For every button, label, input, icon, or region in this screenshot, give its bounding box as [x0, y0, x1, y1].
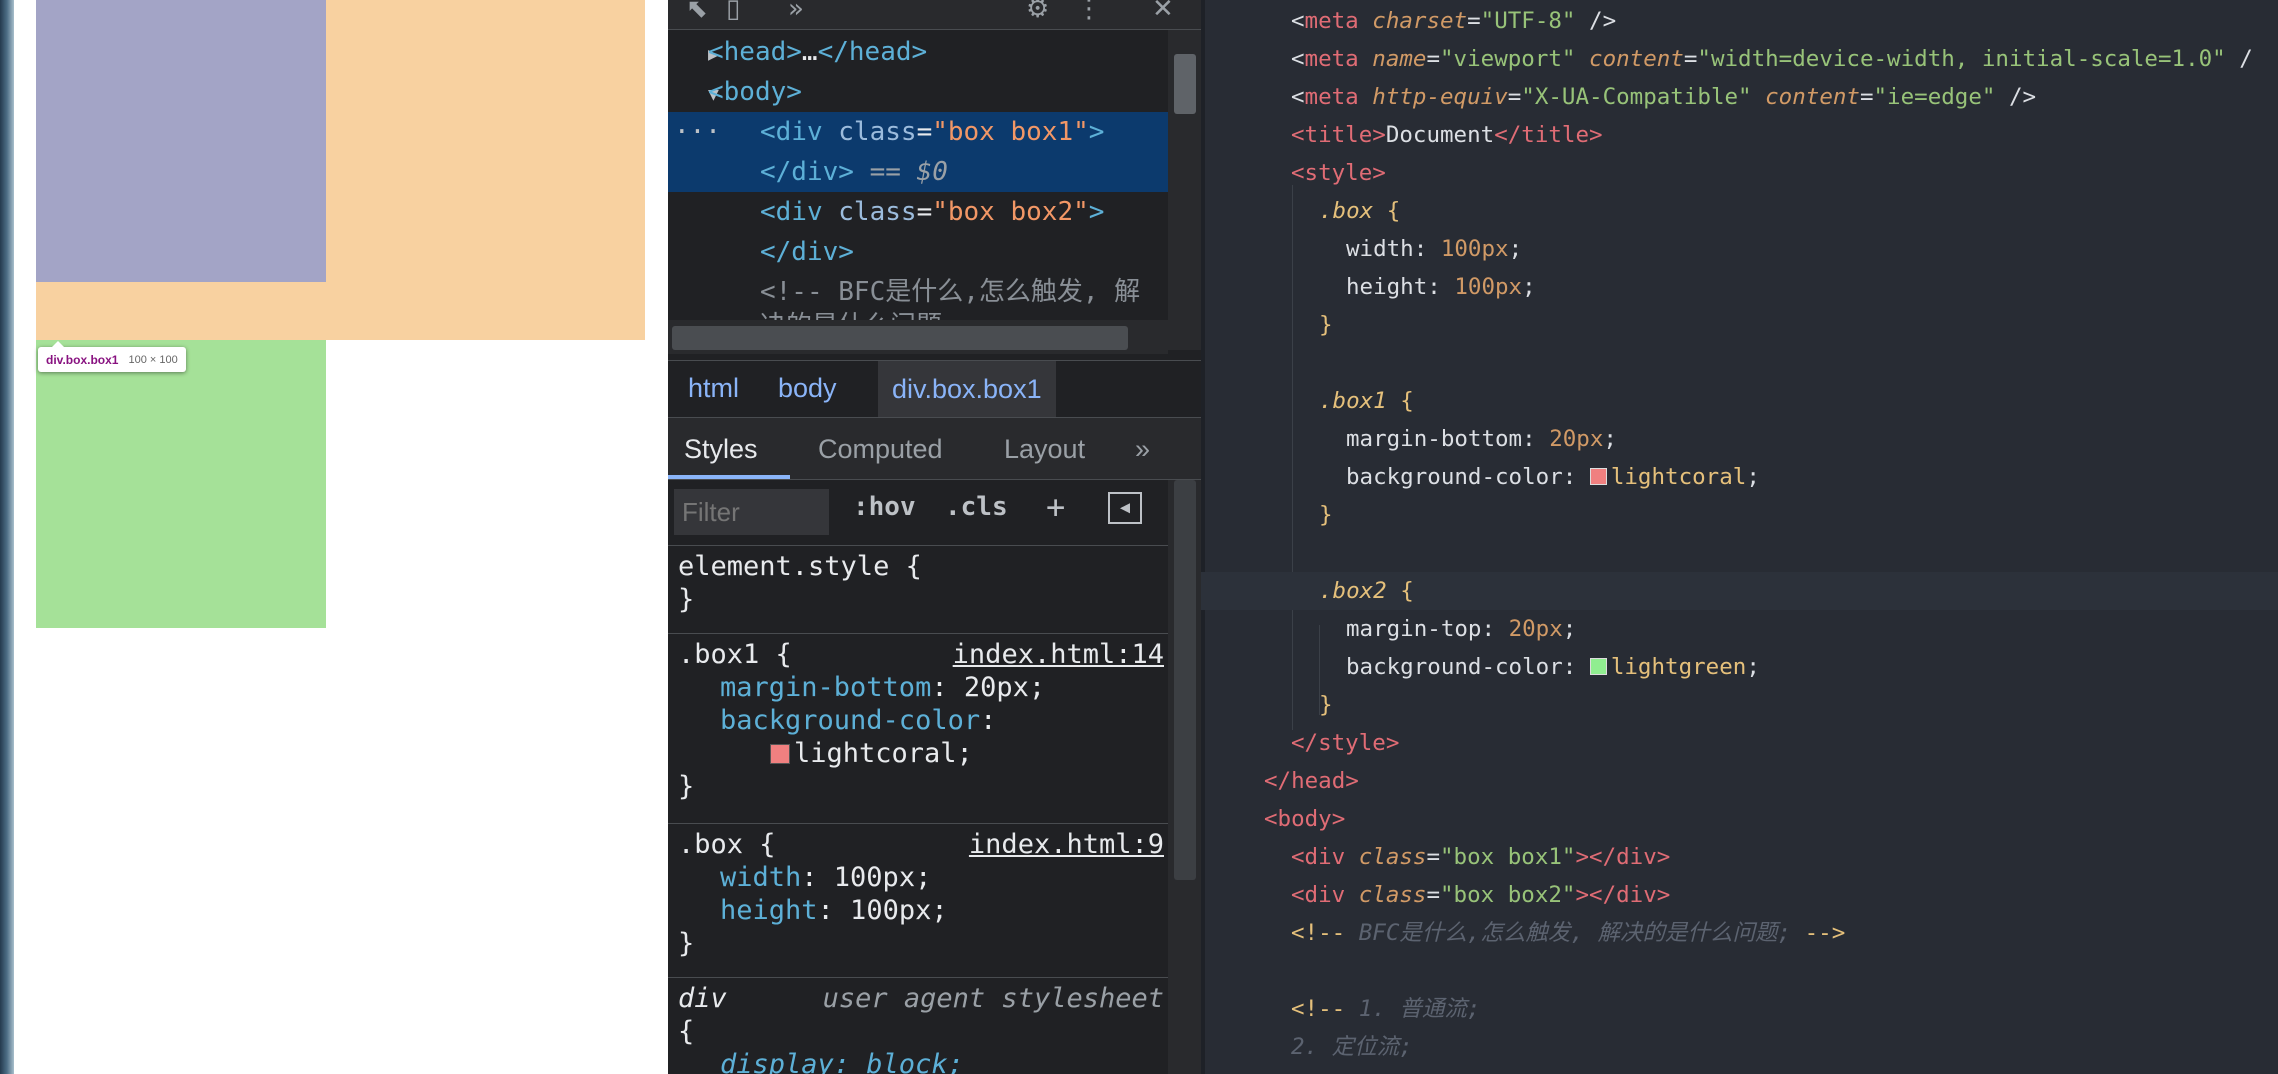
code-line-margin-top[interactable]: margin-top: 20px;	[1201, 610, 2278, 648]
code-line-style-open[interactable]: <style>	[1201, 154, 2278, 192]
breadcrumb-body[interactable]: body	[778, 373, 837, 404]
code-line-bg-lightcoral[interactable]: background-color: lightcoral;	[1201, 458, 2278, 496]
desktop-edge	[0, 0, 14, 1074]
more-tabs-chevron-icon[interactable]: »	[1135, 434, 1150, 465]
color-swatch-lightcoral[interactable]	[1589, 468, 1607, 485]
code-line-margin-bottom[interactable]: margin-bottom: 20px;	[1201, 420, 2278, 458]
device-toggle-icon[interactable]: ▯	[726, 0, 740, 24]
hover-state-button[interactable]: :hov	[853, 492, 916, 522]
code-line-meta-viewport[interactable]: <meta name="viewport" content="width=dev…	[1201, 40, 2278, 78]
class-toggle-button[interactable]: .cls	[945, 492, 1008, 522]
styles-filter-input[interactable]	[674, 489, 829, 535]
browser-viewport: div.box.box1 100 × 100	[0, 0, 668, 1074]
code-line-box2-selector[interactable]: .box2 {	[1201, 572, 2278, 610]
code-line-comment-normal-flow[interactable]: <!-- 1. 普通流;	[1201, 990, 2278, 1028]
devtools-toolbar: ⬉ ▯ » ⚙ ⋮ ✕	[668, 0, 1201, 30]
user-agent-label: user agent stylesheet	[822, 983, 1164, 1014]
gear-icon[interactable]: ⚙	[1026, 0, 1049, 24]
elements-tree: ▶<head>…</head> ▼<body> ··· <div class="…	[668, 30, 1168, 320]
sidebar-tabs: Styles Computed Layout »	[668, 418, 1201, 480]
tree-node-head[interactable]: ▶<head>…</head>	[668, 32, 1168, 72]
tooltip-dimensions: 100 × 100	[128, 353, 178, 366]
expand-triangle-icon[interactable]: ▶	[668, 35, 719, 75]
breadcrumb: html body div.box.box1	[668, 360, 1201, 418]
selected-node-marker: == $0	[869, 157, 948, 187]
code-line-div-box1[interactable]: <div class="box box1"></div>	[1201, 838, 2278, 876]
breadcrumb-div-box1[interactable]: div.box.box1	[878, 361, 1056, 417]
tree-node-div-box2-close[interactable]: </div>	[668, 232, 1168, 272]
code-line-comment-positioned-flow[interactable]: 2. 定位流;	[1201, 1028, 2278, 1066]
tree-node-body[interactable]: ▼<body>	[668, 72, 1168, 112]
code-line-bg-lightgreen[interactable]: background-color: lightgreen;	[1201, 648, 2278, 686]
more-tabs-icon[interactable]: »	[788, 0, 804, 24]
code-line-style-close[interactable]: </style>	[1201, 724, 2278, 762]
box1-content-highlight[interactable]	[36, 0, 326, 282]
breadcrumb-html[interactable]: html	[688, 373, 739, 404]
close-icon[interactable]: ✕	[1152, 0, 1174, 24]
code-line-meta-compat[interactable]: <meta http-equiv="X-UA-Compatible" conte…	[1201, 78, 2278, 116]
rule-element-style[interactable]: element.style { }	[668, 546, 1168, 634]
node-actions-icon[interactable]: ···	[674, 112, 721, 152]
code-line-brace-close[interactable]: }	[1201, 496, 2278, 534]
code-line-comment-bfc[interactable]: <!-- BFC是什么,怎么触发, 解决的是什么问题; -->	[1201, 914, 2278, 952]
color-swatch-lightgreen[interactable]	[1589, 658, 1607, 675]
devtools-panel: ⬉ ▯ » ⚙ ⋮ ✕ ▶<head>…</head> ▼<body> ··· …	[668, 0, 1201, 1074]
code-line-box-selector[interactable]: .box {	[1201, 192, 2278, 230]
tree-node-div-box2[interactable]: <div class="box box2">	[668, 192, 1168, 232]
rule-user-agent-div[interactable]: div user agent stylesheet { display: bloc…	[668, 978, 1168, 1074]
box2-element[interactable]	[36, 340, 326, 628]
code-line-box1-selector[interactable]: .box1 {	[1201, 382, 2278, 420]
scroll-thumb[interactable]	[1174, 480, 1196, 880]
scroll-thumb[interactable]	[672, 326, 1128, 350]
color-swatch-lightcoral[interactable]	[770, 744, 790, 764]
tree-node-comment[interactable]: <!-- BFC是什么,怎么触发, 解 决的是什么问题	[668, 272, 1168, 320]
code-editor[interactable]: <meta charset="UTF-8" /> <meta name="vie…	[1201, 0, 2278, 1074]
tab-styles[interactable]: Styles	[684, 434, 758, 465]
toggle-sidebar-icon[interactable]: ◂	[1108, 492, 1142, 524]
code-line-div-box2[interactable]: <div class="box box2"></div>	[1201, 876, 2278, 914]
inspect-tooltip: div.box.box1 100 × 100	[38, 341, 186, 372]
source-link-box1[interactable]: index.html:14	[953, 638, 1164, 671]
code-line-meta-charset[interactable]: <meta charset="UTF-8" />	[1201, 2, 2278, 40]
inspect-icon[interactable]: ⬉	[686, 0, 708, 24]
rule-box[interactable]: .box {index.html:9 width: 100px; height:…	[668, 824, 1168, 978]
code-line-width[interactable]: width: 100px;	[1201, 230, 2278, 268]
styles-vertical-scrollbar[interactable]	[1168, 480, 1201, 1074]
code-line-head-close[interactable]: </head>	[1201, 762, 2278, 800]
styles-filter-bar: :hov .cls + ◂	[668, 480, 1201, 546]
tooltip-selector: div.box.box1	[46, 352, 119, 367]
code-line-brace-close[interactable]: }	[1201, 686, 2278, 724]
collapse-triangle-icon[interactable]: ▼	[668, 75, 719, 115]
elements-horizontal-scrollbar[interactable]	[668, 320, 1168, 354]
styles-pane: element.style { } .box1 {index.html:14 m…	[668, 546, 1168, 1074]
elements-vertical-scrollbar[interactable]	[1168, 30, 1201, 350]
code-line-title[interactable]: <title>Document</title>	[1201, 116, 2278, 154]
tab-layout[interactable]: Layout	[1004, 434, 1085, 465]
rule-box1[interactable]: .box1 {index.html:14 margin-bottom: 20px…	[668, 634, 1168, 824]
tree-node-div-box1[interactable]: ··· <div class="box box1"> </div> == $0	[668, 112, 1168, 192]
new-rule-button[interactable]: +	[1046, 488, 1065, 526]
code-line-body-open[interactable]: <body>	[1201, 800, 2278, 838]
kebab-menu-icon[interactable]: ⋮	[1076, 0, 1102, 24]
scroll-thumb[interactable]	[1174, 54, 1196, 114]
source-link-box[interactable]: index.html:9	[969, 828, 1164, 861]
active-tab-indicator	[668, 475, 790, 479]
code-line-brace-close[interactable]: }	[1201, 306, 2278, 344]
code-line-height[interactable]: height: 100px;	[1201, 268, 2278, 306]
tab-computed[interactable]: Computed	[818, 434, 943, 465]
